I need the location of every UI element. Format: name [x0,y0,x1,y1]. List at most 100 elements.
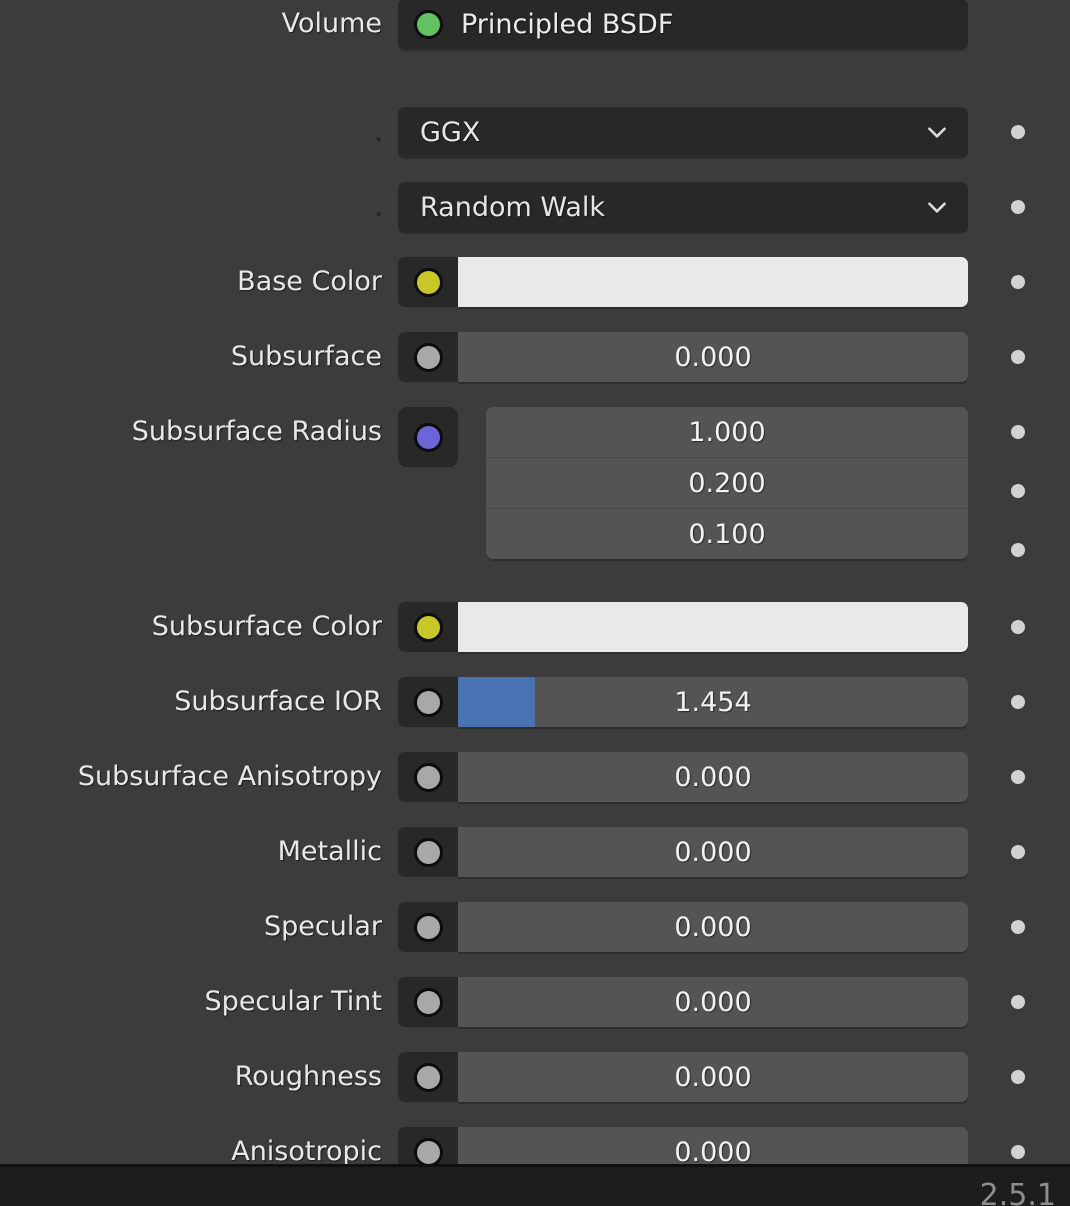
specular-value: 0.000 [674,911,752,943]
specular-tint-socket-button[interactable] [398,977,458,1027]
color-socket-icon [413,267,443,297]
decorator-dot-specular-tint[interactable] [1011,995,1025,1009]
specular-socket-button[interactable] [398,902,458,952]
material-properties-panel: Volume Principled BSDF . GGX . Random Wa… [0,0,1070,1164]
subsurface-radius-z[interactable]: 0.100 [486,509,968,559]
metallic-label: Metallic [277,836,382,867]
status-bar-divider [0,1164,1070,1167]
property-row-subsurface: Subsurface 0.000 [0,332,1070,382]
property-row-subsurface-color: Subsurface Color [0,602,1070,652]
chevron-down-icon [924,194,950,220]
subsurface-ior-slider[interactable]: 1.454 [458,677,968,727]
subsurface-radius-control: 1.000 0.200 0.100 [398,407,968,577]
subsurface-color-socket-button[interactable] [398,602,458,652]
base-color-socket-button[interactable] [398,257,458,307]
subsurface-ior-socket-button[interactable] [398,677,458,727]
roughness-label: Roughness [234,1061,382,1092]
subsurface-ior-control: 1.454 [398,677,968,727]
base-color-swatch[interactable] [458,257,968,307]
property-row-subsurface-radius: Subsurface Radius 1.000 0.200 0.100 [0,407,1070,577]
metallic-control: 0.000 [398,827,968,877]
subsurface-radius-socket-button[interactable] [398,407,458,467]
subsurface-ior-value: 1.454 [674,686,752,718]
property-row-subsurface-anisotropy: Subsurface Anisotropy 0.000 [0,752,1070,802]
decorator-dot-subsurface-color[interactable] [1011,620,1025,634]
subsurface-radius-label: Subsurface Radius [131,416,382,447]
value-socket-icon [413,1137,443,1164]
subsurface-ior-label: Subsurface IOR [174,686,382,717]
distribution-control: GGX [398,107,968,157]
base-color-control [398,257,968,307]
volume-label: Volume [281,8,382,39]
decorator-dot-metallic[interactable] [1011,845,1025,859]
subsurface-method-value: Random Walk [420,191,606,223]
decorator-dot-subsurface-ior[interactable] [1011,695,1025,709]
subsurface-color-label: Subsurface Color [151,611,382,642]
property-row-volume: Volume Principled BSDF [0,0,1070,49]
principled-bsdf-label: Principled BSDF [461,8,674,40]
volume-control: Principled BSDF [398,0,968,49]
subsurface-anisotropy-socket-button[interactable] [398,752,458,802]
base-color-label: Base Color [237,266,382,297]
subsurface-radius-x[interactable]: 1.000 [486,407,968,458]
vector-socket-icon [413,422,443,452]
roughness-socket-button[interactable] [398,1052,458,1102]
metallic-slider[interactable]: 0.000 [458,827,968,877]
value-socket-icon [413,837,443,867]
subsurface-control: 0.000 [398,332,968,382]
subsurface-method-label-spacer: . [373,191,382,222]
shader-socket-icon [414,9,443,39]
subsurface-radius-y[interactable]: 0.200 [486,458,968,509]
anisotropic-slider[interactable]: 0.000 [458,1127,968,1164]
value-socket-icon [413,987,443,1017]
decorator-dot-subsurface-radius-y[interactable] [1011,484,1025,498]
subsurface-radius-fields: 1.000 0.200 0.100 [486,407,968,559]
specular-tint-slider[interactable]: 0.000 [458,977,968,1027]
property-row-specular-tint: Specular Tint 0.000 [0,977,1070,1027]
value-socket-icon [413,912,443,942]
subsurface-value: 0.000 [674,341,752,373]
subsurface-anisotropy-slider[interactable]: 0.000 [458,752,968,802]
subsurface-label: Subsurface [230,341,382,372]
decorator-dot-distribution[interactable] [1011,125,1025,139]
subsurface-color-swatch[interactable] [458,602,968,652]
decorator-dot-anisotropic[interactable] [1011,1145,1025,1159]
property-row-subsurface-method: . Random Walk [0,182,1070,232]
metallic-socket-button[interactable] [398,827,458,877]
property-row-anisotropic: Anisotropic 0.000 [0,1127,1070,1164]
decorator-dot-base-color[interactable] [1011,275,1025,289]
value-socket-icon [413,687,443,717]
roughness-slider[interactable]: 0.000 [458,1052,968,1102]
subsurface-slider[interactable]: 0.000 [458,332,968,382]
decorator-dot-roughness[interactable] [1011,1070,1025,1084]
decorator-dot-subsurface-anisotropy[interactable] [1011,770,1025,784]
chevron-down-icon [924,119,950,145]
distribution-dropdown[interactable]: GGX [398,107,968,157]
anisotropic-socket-button[interactable] [398,1127,458,1164]
specular-slider[interactable]: 0.000 [458,902,968,952]
value-socket-icon [413,342,443,372]
anisotropic-value: 0.000 [674,1136,752,1165]
principled-bsdf-node-button[interactable]: Principled BSDF [398,0,968,49]
decorator-dot-subsurface-radius-x[interactable] [1011,425,1025,439]
subsurface-socket-button[interactable] [398,332,458,382]
status-bar: 2.5.1 [0,1164,1070,1206]
subsurface-anisotropy-label: Subsurface Anisotropy [77,761,382,792]
subsurface-method-dropdown[interactable]: Random Walk [398,182,968,232]
subsurface-color-control [398,602,968,652]
decorator-dot-subsurface[interactable] [1011,350,1025,364]
value-socket-icon [413,762,443,792]
roughness-control: 0.000 [398,1052,968,1102]
specular-tint-value: 0.000 [674,986,752,1018]
property-row-distribution: . GGX [0,107,1070,157]
property-row-base-color: Base Color [0,257,1070,307]
property-row-specular: Specular 0.000 [0,902,1070,952]
color-socket-icon [413,612,443,642]
decorator-dot-specular[interactable] [1011,920,1025,934]
decorator-dot-subsurface-method[interactable] [1011,200,1025,214]
metallic-value: 0.000 [674,836,752,868]
property-row-subsurface-ior: Subsurface IOR 1.454 [0,677,1070,727]
specular-control: 0.000 [398,902,968,952]
decorator-dot-subsurface-radius-z[interactable] [1011,543,1025,557]
property-row-metallic: Metallic 0.000 [0,827,1070,877]
